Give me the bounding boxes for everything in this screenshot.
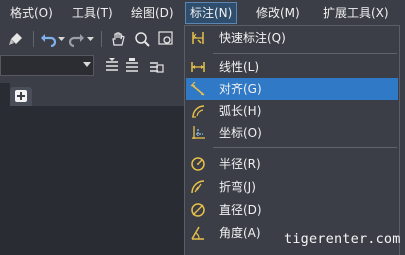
- layer-dropdown[interactable]: [0, 55, 94, 76]
- jogged-dimension-icon: [191, 180, 205, 194]
- menu-express-tools[interactable]: 扩展工具(X): [319, 3, 393, 23]
- radius-dimension-icon: [191, 157, 205, 171]
- menu-item-ordinate[interactable]: 坐标(O): [186, 122, 398, 144]
- new-drawing-tab-button[interactable]: [10, 87, 32, 106]
- menu-item-label: 弧长(H): [219, 104, 262, 118]
- aligned-dimension-icon: [190, 81, 205, 96]
- undo-icon[interactable]: [40, 31, 56, 47]
- pan-hand-icon[interactable]: [110, 31, 126, 47]
- redo-dropdown-icon[interactable]: [86, 31, 95, 47]
- menu-item-label: 快速标注(Q): [219, 31, 286, 45]
- drawing-tab-strip: [0, 79, 186, 106]
- menu-separator: [213, 147, 397, 148]
- menu-item-label: 坐标(O): [219, 126, 262, 140]
- right-panel-edge: [400, 26, 405, 255]
- menu-item-label: 对齐(G): [219, 82, 262, 96]
- menu-modify[interactable]: 修改(M): [252, 3, 304, 23]
- menu-item-radius[interactable]: 半径(R): [186, 153, 398, 175]
- diameter-dimension-icon: [191, 203, 205, 217]
- arc-length-icon: [192, 105, 205, 118]
- menu-bar: 格式(O) 工具(T) 绘图(D) 标注(N) 修改(M) 扩展工具(X): [0, 0, 405, 27]
- match-properties-icon[interactable]: [8, 31, 24, 47]
- angular-dimension-icon: [191, 226, 204, 240]
- menu-item-label: 半径(R): [219, 157, 261, 171]
- ordinate-dimension-icon: [192, 126, 205, 139]
- menu-tools[interactable]: 工具(T): [68, 3, 117, 23]
- menu-item-jogged[interactable]: 折弯(J): [186, 176, 398, 198]
- drawing-canvas[interactable]: [0, 106, 186, 255]
- menu-item-diameter[interactable]: 直径(D): [186, 199, 398, 221]
- undo-dropdown-icon[interactable]: [57, 31, 66, 47]
- layer-properties-icon[interactable]: [104, 57, 120, 73]
- menu-item-aligned[interactable]: 对齐(G): [186, 78, 398, 100]
- menu-draw[interactable]: 绘图(D): [127, 3, 178, 23]
- menu-item-label: 角度(A): [219, 226, 261, 240]
- plus-icon: [15, 90, 27, 102]
- menu-item-linear[interactable]: 线性(L): [186, 56, 398, 78]
- layer-state-icon[interactable]: [124, 57, 140, 73]
- drawing-tab[interactable]: [0, 83, 10, 106]
- linear-dimension-icon: [191, 62, 205, 72]
- watermark-text: tigerenter.com: [284, 231, 401, 247]
- layer-previous-icon[interactable]: [148, 57, 164, 73]
- standard-toolbar: [0, 26, 186, 53]
- zoom-window-icon[interactable]: [158, 31, 174, 47]
- redo-icon[interactable]: [69, 31, 85, 47]
- dimension-menu: 快速标注(Q) 线性(L) 对齐(G) 弧长(H) 坐标(O) 半径(R) 折弯…: [184, 25, 400, 255]
- menu-format[interactable]: 格式(O): [6, 3, 57, 23]
- menu-item-arc-length[interactable]: 弧长(H): [186, 100, 398, 122]
- menu-item-label: 线性(L): [219, 60, 260, 74]
- layer-toolbar: [0, 52, 186, 79]
- menu-item-label: 折弯(J): [219, 180, 256, 194]
- menu-dimension[interactable]: 标注(N): [185, 2, 238, 24]
- menu-separator: [213, 53, 397, 54]
- menu-item-quick-dimension[interactable]: 快速标注(Q): [186, 27, 398, 49]
- menu-item-label: 直径(D): [219, 203, 262, 217]
- quick-dimension-icon: [192, 32, 204, 44]
- zoom-realtime-icon[interactable]: [134, 31, 150, 47]
